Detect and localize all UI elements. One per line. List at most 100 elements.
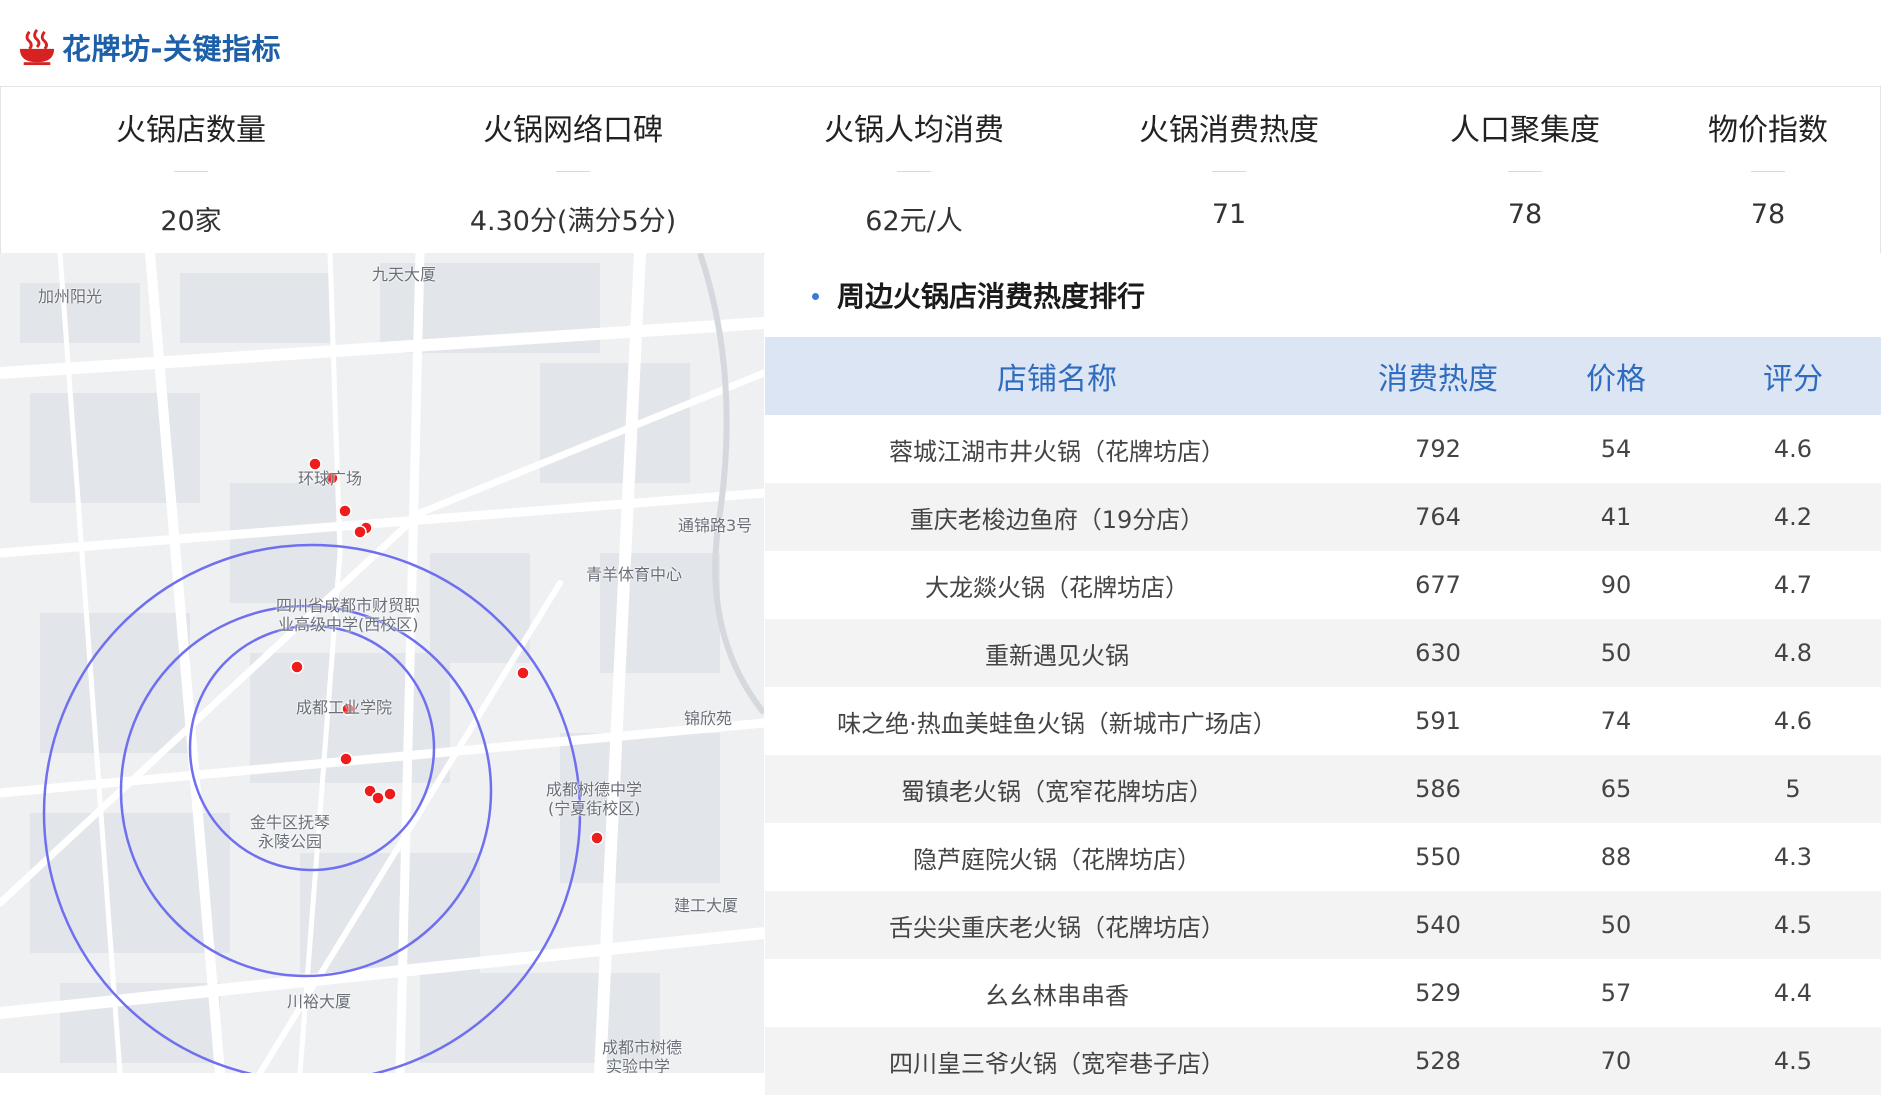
cell-name: 隐芦庭院火锅（花牌坊店） [765, 823, 1349, 891]
store-marker[interactable] [383, 787, 397, 801]
map-label: 成都树德中学 [546, 780, 643, 799]
table-row[interactable]: 大龙燚火锅（花牌坊店） 677 90 4.7 [765, 551, 1881, 619]
kpi-price-index: 物价指数 78 [1618, 87, 1881, 253]
kpi-label: 火锅网络口碑 [483, 113, 663, 148]
kpi-value: 62元/人 [865, 206, 963, 237]
map-label: 成都市树德 [602, 1038, 683, 1057]
kpi-label: 火锅店数量 [116, 113, 266, 148]
cell-heat: 677 [1349, 551, 1527, 619]
kpi-value: 20家 [160, 206, 222, 237]
cell-heat: 550 [1349, 823, 1527, 891]
ranking-table: 店铺名称 消费热度 价格 评分 蓉城江湖市井火锅（花牌坊店） 792 54 4.6 重庆… [765, 337, 1881, 1095]
kpi-avg-spend: 火锅人均消费 62元/人 [764, 87, 1064, 253]
kpi-divider [1508, 171, 1542, 172]
cell-price: 90 [1527, 551, 1705, 619]
area-map[interactable]: 加州阳光 九天大厦 环球广场 通锦路3号 青羊体育中心 四川省成都市财贸职 业高… [0, 253, 764, 1073]
store-marker[interactable] [290, 660, 304, 674]
map-label: 加州阳光 [38, 287, 103, 306]
ranking-panel: 周边火锅店消费热度排行 店铺名称 消费热度 价格 评分 蓉城江湖市井火锅（花牌坊… [765, 253, 1881, 1095]
store-marker[interactable] [371, 791, 385, 805]
cell-score: 4.2 [1705, 483, 1881, 551]
map-label: 金牛区抚琴 [250, 813, 331, 832]
store-marker[interactable] [339, 752, 353, 766]
cell-heat: 591 [1349, 687, 1527, 755]
kpi-bar: 火锅店数量 20家 火锅网络口碑 4.30分(满分5分) 火锅人均消费 62元/… [0, 86, 1881, 254]
map-label: 锦欣苑 [684, 709, 733, 728]
cell-score: 4.5 [1705, 891, 1881, 959]
store-marker[interactable] [338, 504, 352, 518]
cell-price: 41 [1527, 483, 1705, 551]
cell-price: 57 [1527, 959, 1705, 1027]
map-label: 环球广场 [298, 469, 363, 488]
kpi-label: 火锅人均消费 [824, 113, 1004, 148]
table-row[interactable]: 重新遇见火锅 630 50 4.8 [765, 619, 1881, 687]
map-label: 川裕大厦 [287, 992, 352, 1011]
column-header-score[interactable]: 评分 [1705, 337, 1881, 415]
cell-score: 4.7 [1705, 551, 1881, 619]
cell-score: 4.8 [1705, 619, 1881, 687]
map-label: (宁夏街校区) [548, 799, 641, 818]
map-label: 通锦路3号 [678, 516, 753, 535]
cell-price: 74 [1527, 687, 1705, 755]
cell-score: 4.6 [1705, 687, 1881, 755]
kpi-divider [556, 171, 590, 172]
kpi-value: 78 [1750, 199, 1786, 230]
table-row[interactable]: 重庆老梭边鱼府（19分店） 764 41 4.2 [765, 483, 1881, 551]
store-marker[interactable] [590, 831, 604, 845]
map-label: 永陵公园 [258, 832, 323, 851]
map-label: 青羊体育中心 [586, 565, 683, 584]
cell-heat: 764 [1349, 483, 1527, 551]
cell-price: 50 [1527, 891, 1705, 959]
kpi-online-rating: 火锅网络口碑 4.30分(满分5分) [423, 87, 723, 253]
cell-name: 舌尖尖重庆老火锅（花牌坊店） [765, 891, 1349, 959]
hotpot-logo-icon [19, 28, 55, 66]
cell-price: 54 [1527, 415, 1705, 483]
cell-price: 65 [1527, 755, 1705, 823]
cell-heat: 529 [1349, 959, 1527, 1027]
kpi-store-count: 火锅店数量 20家 [41, 87, 341, 253]
column-header-price[interactable]: 价格 [1527, 337, 1705, 415]
map-label: 九天大厦 [372, 265, 437, 284]
cell-name: 重庆老梭边鱼府（19分店） [765, 483, 1349, 551]
page-title: 花牌坊-关键指标 [62, 32, 282, 66]
bullet-icon [812, 293, 819, 300]
cell-score: 4.6 [1705, 415, 1881, 483]
cell-name: 四川皇三爷火锅（宽窄巷子店） [765, 1027, 1349, 1095]
map-label: 建工大厦 [674, 896, 739, 915]
table-row[interactable]: 四川皇三爷火锅（宽窄巷子店） 528 70 4.5 [765, 1027, 1881, 1095]
table-row[interactable]: 舌尖尖重庆老火锅（花牌坊店） 540 50 4.5 [765, 891, 1881, 959]
store-marker[interactable] [353, 525, 367, 539]
store-marker[interactable] [516, 666, 530, 680]
table-row[interactable]: 味之绝·热血美蛙鱼火锅（新城市广场店） 591 74 4.6 [765, 687, 1881, 755]
map-label: 四川省成都市财贸职 [276, 596, 421, 615]
cell-score: 4.4 [1705, 959, 1881, 1027]
kpi-value: 4.30分(满分5分) [469, 206, 677, 237]
map-label: 业高级中学(西校区) [278, 615, 419, 634]
kpi-divider [174, 171, 208, 172]
cell-name: 味之绝·热血美蛙鱼火锅（新城市广场店） [765, 687, 1349, 755]
table-row[interactable]: 蓉城江湖市井火锅（花牌坊店） 792 54 4.6 [765, 415, 1881, 483]
cell-name: 幺幺林串串香 [765, 959, 1349, 1027]
column-header-heat[interactable]: 消费热度 [1349, 337, 1527, 415]
kpi-divider [1212, 171, 1246, 172]
cell-score: 4.3 [1705, 823, 1881, 891]
kpi-label: 物价指数 [1708, 113, 1828, 148]
table-row[interactable]: 蜀镇老火锅（宽窄花牌坊店） 586 65 5 [765, 755, 1881, 823]
map-label: 成都工业学院 [296, 698, 393, 717]
cell-name: 蜀镇老火锅（宽窄花牌坊店） [765, 755, 1349, 823]
table-row[interactable]: 幺幺林串串香 529 57 4.4 [765, 959, 1881, 1027]
cell-name: 蓉城江湖市井火锅（花牌坊店） [765, 415, 1349, 483]
cell-price: 70 [1527, 1027, 1705, 1095]
map-canvas[interactable] [0, 253, 764, 1073]
cell-name: 大龙燚火锅（花牌坊店） [765, 551, 1349, 619]
cell-score: 4.5 [1705, 1027, 1881, 1095]
section-title: 周边火锅店消费热度排行 [837, 280, 1146, 313]
table-row[interactable]: 隐芦庭院火锅（花牌坊店） 550 88 4.3 [765, 823, 1881, 891]
column-header-store[interactable]: 店铺名称 [765, 337, 1349, 415]
page-header: 花牌坊-关键指标 [0, 0, 1881, 86]
cell-heat: 630 [1349, 619, 1527, 687]
cell-heat: 586 [1349, 755, 1527, 823]
kpi-consumption-heat: 火锅消费热度 71 [1079, 87, 1379, 253]
kpi-value: 71 [1211, 199, 1247, 230]
kpi-divider [1751, 171, 1785, 172]
